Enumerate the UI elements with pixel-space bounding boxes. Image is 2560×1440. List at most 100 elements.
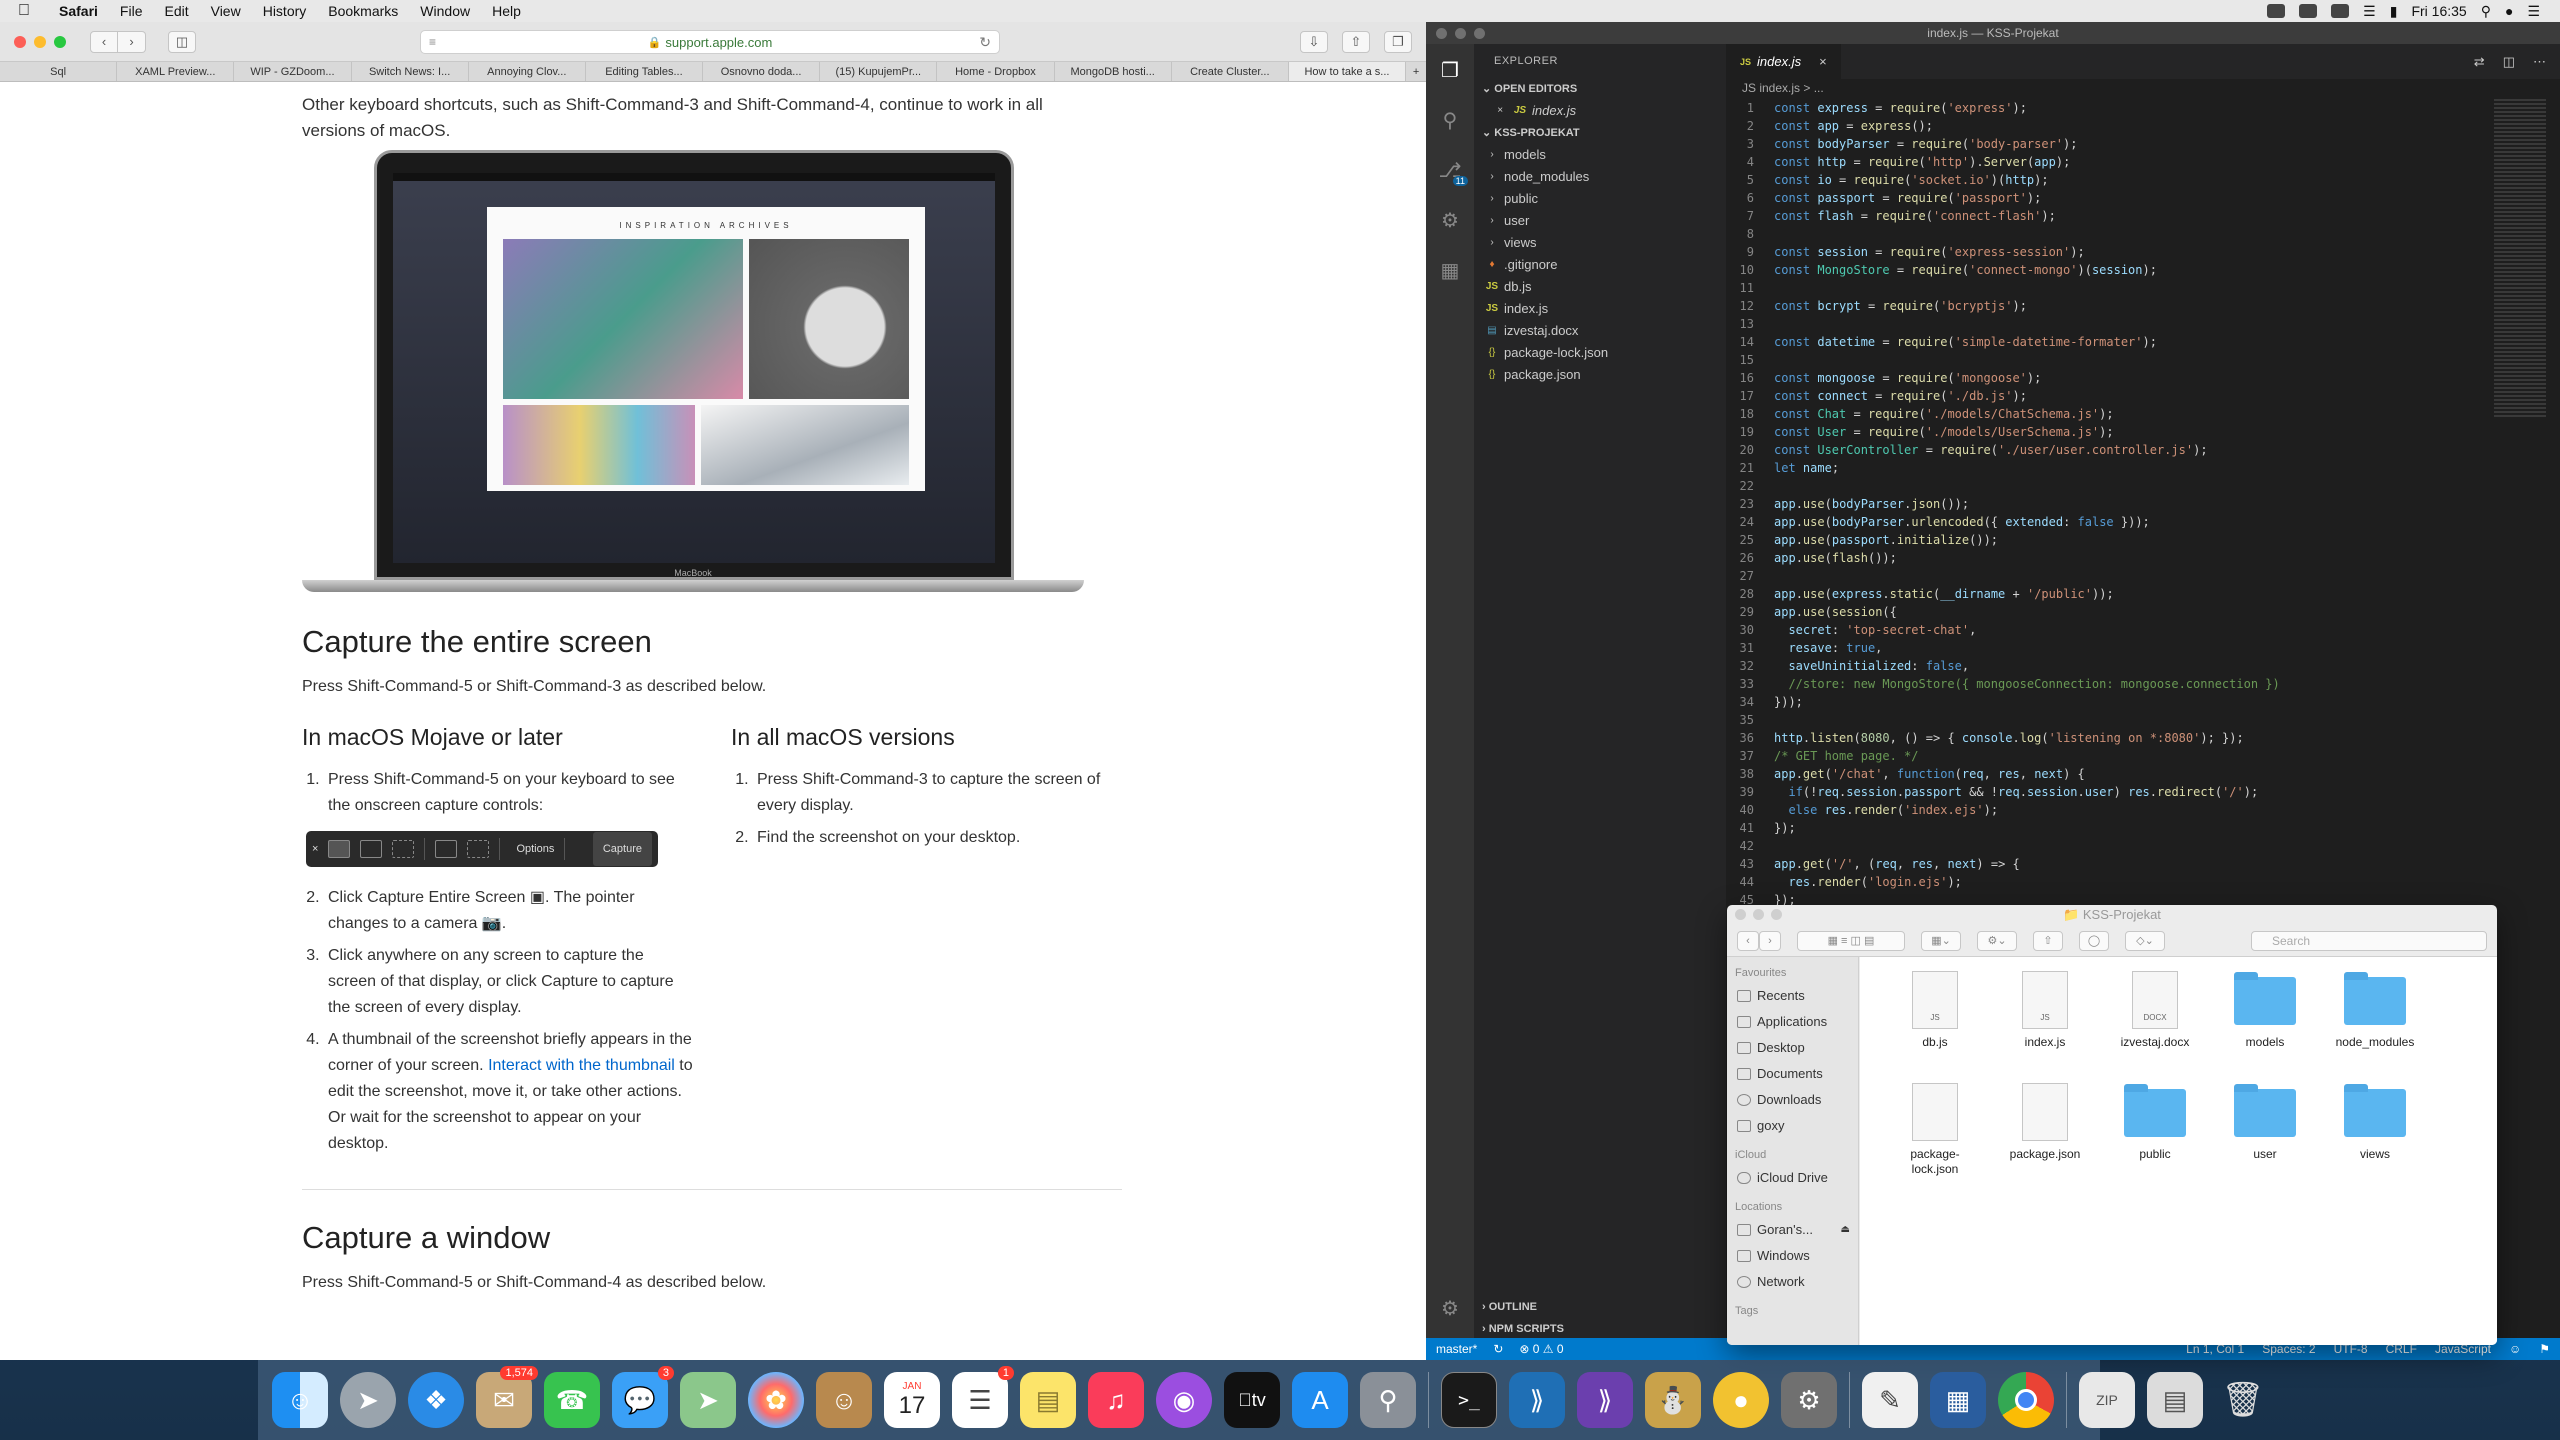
keychain-dock-icon[interactable]: ⚲ <box>1360 1372 1416 1428</box>
forward-button[interactable]: › <box>1759 930 1781 951</box>
dropbox-icon[interactable]: ◇⌄ <box>2125 930 2165 951</box>
downloads-icon[interactable]: ⇩ <box>1300 31 1328 53</box>
photos-dock-icon[interactable]: ✿ <box>748 1372 804 1428</box>
code-line[interactable]: 15 <box>1726 351 2490 369</box>
breadcrumb[interactable]: JS index.js > ... <box>1726 79 2560 97</box>
close-window-button[interactable] <box>1735 909 1746 920</box>
facetime-dock-icon[interactable]: ☎ <box>544 1372 600 1428</box>
folder-item[interactable]: › models <box>1474 144 1726 166</box>
zoom-window-button[interactable] <box>1771 909 1782 920</box>
tab[interactable]: Switch News: I... <box>352 62 469 81</box>
open-editor-item[interactable]: × JS index.js <box>1474 100 1726 122</box>
zoom-window-button[interactable] <box>54 35 66 48</box>
address-bar[interactable]: ≡ 🔒 support.apple.com ↻ <box>420 30 1000 54</box>
menu-help[interactable]: Help <box>481 3 532 19</box>
folder-item-views[interactable]: views <box>2320 1083 2430 1195</box>
code-line[interactable]: 11 <box>1726 279 2490 297</box>
sync-icon[interactable]: ↻ <box>1493 1342 1503 1356</box>
code-line[interactable]: 22 <box>1726 477 2490 495</box>
code-line[interactable]: 41}); <box>1726 819 2490 837</box>
file-item-package-json[interactable]: package.json <box>1990 1083 2100 1195</box>
tv-dock-icon[interactable]: tv <box>1224 1372 1280 1428</box>
code-line[interactable]: 2 const app = express(); <box>1726 117 2490 135</box>
code-line[interactable]: 19 const User = require('./models/UserSch… <box>1726 423 2490 441</box>
code-line[interactable]: 5 const io = require('socket.io')(http); <box>1726 171 2490 189</box>
contacts-dock-icon[interactable]: ☺ <box>816 1372 872 1428</box>
folder-item[interactable]: › user <box>1474 210 1726 232</box>
tab[interactable]: XAML Preview... <box>117 62 235 81</box>
status-app-icon[interactable] <box>2267 4 2286 18</box>
code-line[interactable]: 16 const mongoose = require('mongoose'); <box>1726 369 2490 387</box>
code-line[interactable]: 7 const flash = require('connect-flash'); <box>1726 207 2490 225</box>
code-line[interactable]: 36 http.listen(8080, () => { console.log(… <box>1726 729 2490 747</box>
folder-item[interactable]: › node_modules <box>1474 166 1726 188</box>
code-line[interactable]: 25 app.use(passport.initialize()); <box>1726 531 2490 549</box>
debug-icon[interactable]: ⚙ <box>1438 208 1462 232</box>
npm-scripts-section[interactable]: › NPM SCRIPTS <box>1474 1318 1726 1340</box>
git-branch-status[interactable]: master* <box>1436 1342 1477 1356</box>
chrome-dock-icon[interactable] <box>1998 1372 2054 1428</box>
code-line[interactable]: 35 <box>1726 711 2490 729</box>
messages-dock-icon[interactable]: 💬 3 <box>612 1366 674 1428</box>
code-line[interactable]: 12 const bcrypt = require('bcryptjs'); <box>1726 297 2490 315</box>
code-line[interactable]: 44 res.render('login.ejs'); <box>1726 873 2490 891</box>
sidebar-item-disk[interactable]: Goran's... ⏏ <box>1727 1217 1858 1243</box>
folder-item-models[interactable]: models <box>2210 971 2320 1083</box>
folder-item-node-modules[interactable]: node_modules <box>2320 971 2430 1083</box>
split-editor-icon[interactable]: ◫ <box>2503 54 2515 70</box>
menu-app-name[interactable]: Safari <box>48 3 109 19</box>
code-line[interactable]: 24 app.use(bodyParser.urlencoded({ extend… <box>1726 513 2490 531</box>
code-line[interactable]: 42 <box>1726 837 2490 855</box>
wifi-icon[interactable]: ☰ <box>2363 3 2376 20</box>
code-line[interactable]: 27 <box>1726 567 2490 585</box>
minimize-window-button[interactable] <box>1753 909 1764 920</box>
finder-dock-icon[interactable]: ☺ <box>272 1372 328 1428</box>
group-by-button[interactable]: ▦⌄ <box>1921 930 1961 951</box>
sidebar-item-applications[interactable]: Applications <box>1727 1009 1858 1035</box>
back-button[interactable]: ‹ <box>1737 930 1759 951</box>
folder-item-public[interactable]: public <box>2100 1083 2210 1195</box>
reload-icon[interactable]: ↻ <box>979 34 991 51</box>
code-line[interactable]: 10 const MongoStore = require('connect-mo… <box>1726 261 2490 279</box>
close-tab-icon[interactable]: × <box>1819 54 1827 69</box>
code-line[interactable]: 31 resave: true, <box>1726 639 2490 657</box>
code-line[interactable]: 28 app.use(express.static(__dirname + '/p… <box>1726 585 2490 603</box>
code-line[interactable]: 9 const session = require('express-sessio… <box>1726 243 2490 261</box>
menu-edit[interactable]: Edit <box>153 3 199 19</box>
launchpad-dock-icon[interactable]: ➤ <box>340 1372 396 1428</box>
minimap[interactable] <box>2494 99 2546 419</box>
compare-icon[interactable]: ⇄ <box>2474 54 2485 70</box>
tab[interactable]: Osnovno doda... <box>703 62 821 81</box>
terminal-dock-icon[interactable]: >_ <box>1441 1372 1497 1428</box>
close-window-button[interactable] <box>14 35 26 48</box>
music-dock-icon[interactable]: ♫ <box>1088 1372 1144 1428</box>
settings-gear-icon[interactable]: ⚙ <box>1438 1296 1462 1320</box>
tab[interactable]: WIP - GZDoom... <box>234 62 352 81</box>
code-line[interactable]: 37 /* GET home page. */ <box>1726 747 2490 765</box>
code-line[interactable]: 18 const Chat = require('./models/ChatSch… <box>1726 405 2490 423</box>
tab[interactable]: (15) KupujemPr... <box>820 62 938 81</box>
tab[interactable]: Editing Tables... <box>586 62 704 81</box>
sidebar-item-windows[interactable]: Windows <box>1727 1243 1858 1269</box>
back-button[interactable]: ‹ <box>90 30 118 53</box>
file-item-index-js[interactable]: JS index.js <box>1990 971 2100 1083</box>
code-line[interactable]: 33 //store: new MongoStore({ mongooseCon… <box>1726 675 2490 693</box>
file-item-db-js[interactable]: JS db.js <box>1880 971 1990 1083</box>
status-app-icon[interactable] <box>2299 4 2318 18</box>
app-store-dock-icon[interactable]: A <box>1292 1372 1348 1428</box>
menu-file[interactable]: File <box>109 3 154 19</box>
reminders-dock-icon[interactable]: ☰ 1 <box>952 1366 1014 1428</box>
code-line[interactable]: 32 saveUninitialized: false, <box>1726 657 2490 675</box>
view-mode-selector[interactable]: ▦ ≡ ◫ ▤ <box>1797 930 1905 951</box>
folder-item[interactable]: › views <box>1474 232 1726 254</box>
new-tab-button[interactable]: + <box>1406 62 1426 81</box>
calendar-dock-icon[interactable]: JAN 17 <box>884 1372 940 1428</box>
menu-history[interactable]: History <box>252 3 318 19</box>
code-line[interactable]: 30 secret: 'top-secret-chat', <box>1726 621 2490 639</box>
file-item[interactable]: {} package-lock.json <box>1474 342 1726 364</box>
apple-menu-icon[interactable]:  <box>0 2 48 20</box>
search-icon[interactable]: ⚲ <box>1438 108 1462 132</box>
sidebar-item-downloads[interactable]: Downloads <box>1727 1087 1858 1113</box>
spotlight-search-icon[interactable]: ⚲ <box>2481 3 2491 20</box>
tab-overview-icon[interactable]: ❐ <box>1384 31 1412 53</box>
